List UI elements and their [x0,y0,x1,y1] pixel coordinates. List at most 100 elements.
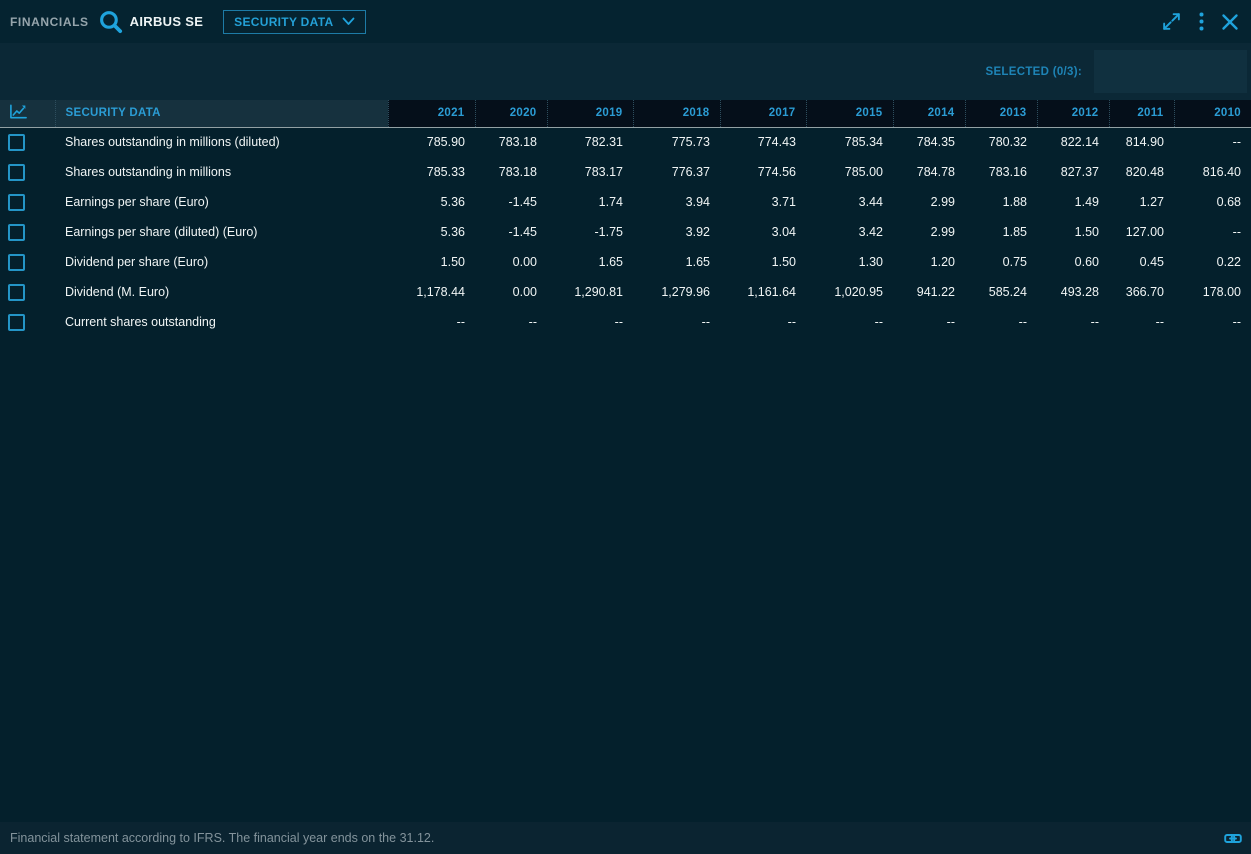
table-row: Current shares outstanding--------------… [0,307,1251,337]
row-checkbox[interactable] [8,194,25,211]
value-cell: 178.00 [1174,277,1251,307]
row-label: Dividend per share (Euro) [55,247,388,277]
row-label: Current shares outstanding [55,307,388,337]
value-cell: 783.18 [475,127,547,157]
value-cell: 776.37 [633,157,720,187]
value-cell: -- [1174,307,1251,337]
chevron-down-icon [342,15,355,29]
top-bar-actions [1161,11,1239,32]
year-header-2013: 2013 [965,100,1037,127]
value-cell: 3.92 [633,217,720,247]
kebab-menu-icon[interactable] [1199,12,1204,31]
value-cell: 1,178.44 [388,277,475,307]
value-cell: 1.50 [1037,217,1109,247]
value-cell: 1.85 [965,217,1037,247]
value-cell: 814.90 [1109,127,1174,157]
table-row: Dividend (M. Euro)1,178.440.001,290.811,… [0,277,1251,307]
value-cell: 3.94 [633,187,720,217]
search-icon[interactable] [98,9,123,34]
value-cell: 784.35 [893,127,965,157]
app-title: FINANCIALS [10,15,89,29]
value-cell: 1.27 [1109,187,1174,217]
value-cell: 0.22 [1174,247,1251,277]
checkbox-cell [0,307,55,337]
chart-column-header[interactable] [0,100,55,127]
row-checkbox[interactable] [8,284,25,301]
value-cell: -- [1174,217,1251,247]
row-label: Earnings per share (diluted) (Euro) [55,217,388,247]
security-name: AIRBUS SE [130,14,204,29]
table-row: Earnings per share (Euro)5.36-1.451.743.… [0,187,1251,217]
value-cell: -- [720,307,806,337]
value-cell: -- [806,307,893,337]
value-cell: 0.45 [1109,247,1174,277]
security-data-dropdown-label: SECURITY DATA [234,15,333,29]
value-cell: 784.78 [893,157,965,187]
value-cell: 783.17 [547,157,633,187]
close-icon[interactable] [1221,13,1239,31]
table-row: Shares outstanding in millions (diluted)… [0,127,1251,157]
row-label: Dividend (M. Euro) [55,277,388,307]
value-cell: -1.45 [475,217,547,247]
value-cell: 1.20 [893,247,965,277]
security-data-dropdown[interactable]: SECURITY DATA [223,10,366,34]
value-cell: 1.49 [1037,187,1109,217]
financials-window: FINANCIALS AIRBUS SE SECURITY DATA [0,0,1251,854]
link-icon[interactable] [1224,832,1242,845]
value-cell: 366.70 [1109,277,1174,307]
value-cell: 816.40 [1174,157,1251,187]
table-row: Shares outstanding in millions785.33783.… [0,157,1251,187]
year-header-2011: 2011 [1109,100,1174,127]
value-cell: -- [1174,127,1251,157]
value-cell: 5.36 [388,217,475,247]
year-header-2015: 2015 [806,100,893,127]
row-label: Shares outstanding in millions [55,157,388,187]
value-cell: 3.71 [720,187,806,217]
value-cell: 774.56 [720,157,806,187]
security-data-column-header: SECURITY DATA [55,100,388,127]
row-checkbox[interactable] [8,134,25,151]
value-cell: -- [965,307,1037,337]
value-cell: -1.45 [475,187,547,217]
value-cell: -- [547,307,633,337]
selected-securities-input[interactable] [1094,50,1247,93]
value-cell: -- [475,307,547,337]
row-checkbox[interactable] [8,224,25,241]
expand-icon[interactable] [1161,11,1182,32]
row-checkbox[interactable] [8,164,25,181]
selection-bar: SELECTED (0/3): [0,43,1251,100]
value-cell: 0.00 [475,277,547,307]
row-checkbox[interactable] [8,254,25,271]
value-cell: 1.74 [547,187,633,217]
value-cell: 0.68 [1174,187,1251,217]
top-bar: FINANCIALS AIRBUS SE SECURITY DATA [0,0,1251,43]
value-cell: -- [893,307,965,337]
line-chart-icon [9,111,28,123]
value-cell: 775.73 [633,127,720,157]
value-cell: 3.04 [720,217,806,247]
row-checkbox[interactable] [8,314,25,331]
checkbox-cell [0,127,55,157]
security-data-table: SECURITY DATA 20212020201920182017201520… [0,100,1251,337]
checkbox-cell [0,157,55,187]
value-cell: 822.14 [1037,127,1109,157]
value-cell: -- [1037,307,1109,337]
value-cell: -- [1109,307,1174,337]
value-cell: -1.75 [547,217,633,247]
value-cell: 785.34 [806,127,893,157]
value-cell: 820.48 [1109,157,1174,187]
value-cell: 774.43 [720,127,806,157]
value-cell: 1.65 [547,247,633,277]
value-cell: 785.33 [388,157,475,187]
row-label: Earnings per share (Euro) [55,187,388,217]
value-cell: 1,279.96 [633,277,720,307]
value-cell: -- [633,307,720,337]
value-cell: 783.18 [475,157,547,187]
value-cell: 780.32 [965,127,1037,157]
value-cell: 5.36 [388,187,475,217]
value-cell: 3.42 [806,217,893,247]
value-cell: 1,161.64 [720,277,806,307]
value-cell: 1.50 [388,247,475,277]
row-label: Shares outstanding in millions (diluted) [55,127,388,157]
footer-bar: Financial statement according to IFRS. T… [0,822,1251,854]
